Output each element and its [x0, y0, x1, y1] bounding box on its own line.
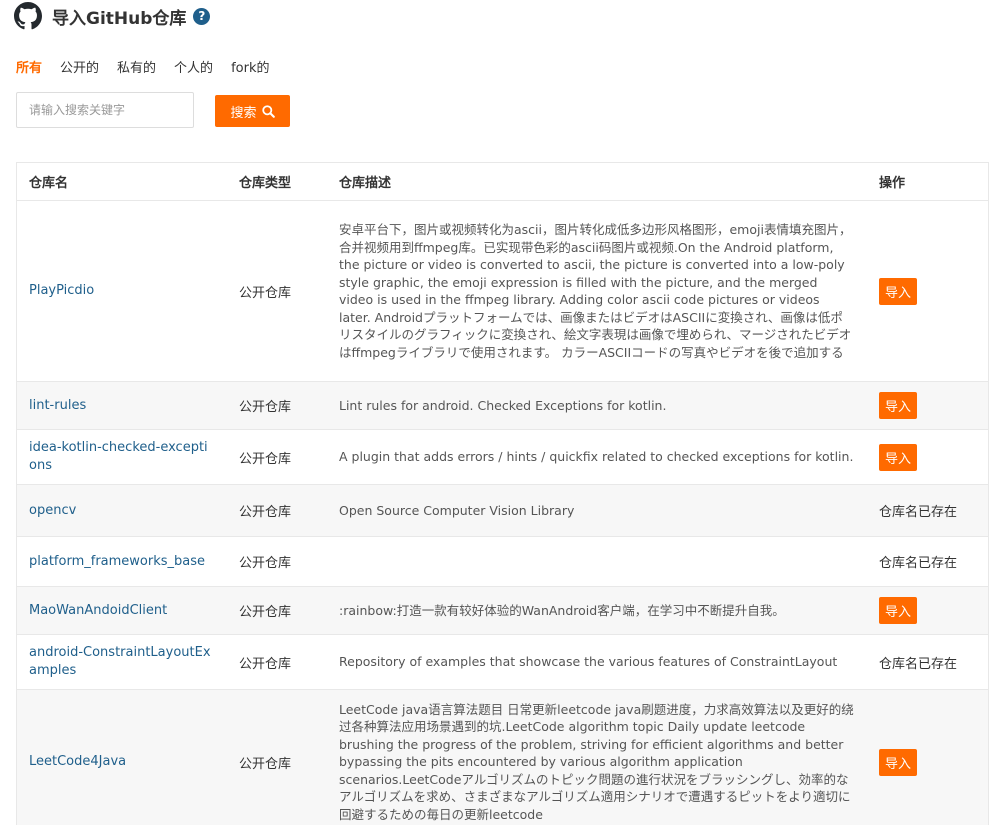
repo-type-cell: 公开仓库 — [227, 200, 327, 382]
repo-desc-cell: 安卓平台下，图片或视频转化为ascii，图片转化成低多边形风格图形，emoji表… — [327, 200, 867, 382]
repo-type-cell: 公开仓库 — [227, 381, 327, 430]
repo-name-cell: opencv — [17, 484, 227, 537]
repo-type-cell: 公开仓库 — [227, 484, 327, 537]
filter-tab[interactable]: fork的 — [231, 57, 269, 76]
repo-name-cell: idea-kotlin-checked-exceptions — [17, 429, 227, 485]
repo-desc-cell: Open Source Computer Vision Library — [327, 484, 867, 537]
filter-tab[interactable]: 所有 — [16, 57, 42, 76]
search-icon — [261, 104, 275, 118]
table-header-row: 仓库名 仓库类型 仓库描述 操作 — [17, 163, 988, 201]
import-button[interactable]: 导入 — [879, 748, 917, 776]
repo-name-link[interactable]: PlayPicdio — [29, 283, 94, 298]
column-header-action: 操作 — [867, 163, 988, 201]
repo-description: Lint rules for android. Checked Exceptio… — [339, 397, 667, 413]
import-button[interactable]: 导入 — [879, 443, 917, 471]
repo-table: 仓库名 仓库类型 仓库描述 操作 PlayPicdio 公开仓库 安卓平台下，图片或… — [17, 163, 988, 825]
repo-type-cell: 公开仓库 — [227, 586, 327, 635]
search-button[interactable]: 搜索 — [215, 95, 290, 127]
repo-action-cell: 导入 — [867, 381, 988, 430]
repo-desc-cell: LeetCode java语言算法题目 日常更新leetcode java刷题进… — [327, 689, 867, 825]
table-row: LeetCode4Java 公开仓库 LeetCode java语言算法题目 日常更… — [17, 689, 988, 825]
filter-tab[interactable]: 私有的 — [117, 57, 156, 76]
search-input[interactable] — [16, 92, 194, 128]
repo-description: :rainbow:打造一款有较好体验的WanAndroid客户端，在学习中不断提… — [339, 602, 785, 618]
repo-action-cell: 导入 — [867, 200, 988, 382]
repo-name-cell: PlayPicdio — [17, 200, 227, 382]
repo-name-link[interactable]: opencv — [29, 503, 76, 518]
repo-name-cell: LeetCode4Java — [17, 689, 227, 825]
repo-name-link[interactable]: MaoWanAndoidClient — [29, 603, 167, 618]
page-title: 导入GitHub仓库 — [52, 8, 187, 29]
repo-action-cell: 仓库名已存在 — [867, 484, 988, 537]
repo-action-cell: 导入 — [867, 586, 988, 635]
filter-tab[interactable]: 公开的 — [60, 57, 99, 76]
table-row: PlayPicdio 公开仓库 安卓平台下，图片或视频转化为ascii，图片转化成低… — [17, 200, 988, 382]
repo-description: A plugin that adds errors / hints / quic… — [339, 449, 854, 465]
column-header-type: 仓库类型 — [227, 163, 327, 201]
table-row: platform_frameworks_base 公开仓库 仓库名已存在 — [17, 536, 988, 587]
repo-description: LeetCode java语言算法题目 日常更新leetcode java刷题进… — [339, 701, 854, 822]
page-header: 导入GitHub仓库 ? — [14, 2, 211, 30]
repo-name-link[interactable]: platform_frameworks_base — [29, 554, 205, 569]
repo-action-cell: 导入 — [867, 689, 988, 825]
repo-exists-status: 仓库名已存在 — [879, 656, 958, 672]
repo-action-cell: 仓库名已存在 — [867, 536, 988, 587]
repo-action-cell: 仓库名已存在 — [867, 634, 988, 690]
repo-description: Repository of examples that showcase the… — [339, 654, 838, 670]
repo-description: 安卓平台下，图片或视频转化为ascii，图片转化成低多边形风格图形，emoji表… — [339, 222, 852, 360]
table-row: MaoWanAndoidClient 公开仓库 :rainbow:打造一款有较好体验… — [17, 586, 988, 635]
table-row: opencv 公开仓库 Open Source Computer Vision Li… — [17, 484, 988, 537]
repo-name-link[interactable]: android-ConstraintLayoutExamples — [29, 645, 211, 678]
repo-description: Open Source Computer Vision Library — [339, 502, 575, 518]
repo-name-cell: lint-rules — [17, 381, 227, 430]
repo-exists-status: 仓库名已存在 — [879, 505, 958, 520]
repo-name-link[interactable]: LeetCode4Java — [29, 754, 126, 769]
repo-desc-cell: Lint rules for android. Checked Exceptio… — [327, 381, 867, 430]
question-circle-icon[interactable]: ? — [193, 7, 211, 25]
repo-type-cell: 公开仓库 — [227, 689, 327, 825]
import-github-page: 导入GitHub仓库 ? 所有公开的私有的个人的 fork的 搜索 仓库名 仓库类… — [0, 0, 1005, 825]
repo-type-cell: 公开仓库 — [227, 536, 327, 587]
filter-tab[interactable]: 个人的 — [174, 57, 213, 76]
repo-name-link[interactable]: lint-rules — [29, 398, 86, 413]
filter-tabs: 所有 公开的 私有的 个人的 fork的 — [16, 57, 287, 76]
column-header-desc: 仓库描述 — [327, 163, 867, 201]
repo-desc-cell: A plugin that adds errors / hints / quic… — [327, 429, 867, 485]
repo-desc-cell — [327, 536, 867, 587]
repo-name-cell: android-ConstraintLayoutExamples — [17, 634, 227, 690]
import-button[interactable]: 导入 — [879, 392, 917, 419]
repo-type-cell: 公开仓库 — [227, 429, 327, 485]
table-row: lint-rules 公开仓库 Lint rules for android. Ch… — [17, 381, 988, 430]
table-row: android-ConstraintLayoutExamples 公开仓库 Repo… — [17, 634, 988, 690]
table-row: idea-kotlin-checked-exceptions 公开仓库 A plug… — [17, 429, 988, 485]
repo-name-link[interactable]: idea-kotlin-checked-exceptions — [29, 440, 208, 473]
repo-action-cell: 导入 — [867, 429, 988, 485]
search-button-label: 搜索 — [230, 105, 257, 121]
repo-desc-cell: :rainbow:打造一款有较好体验的WanAndroid客户端，在学习中不断提… — [327, 586, 867, 635]
github-icon — [14, 2, 42, 30]
repo-desc-cell: Repository of examples that showcase the… — [327, 634, 867, 690]
import-button[interactable]: 导入 — [879, 277, 917, 305]
repo-exists-status: 仓库名已存在 — [879, 556, 958, 571]
repo-name-cell: MaoWanAndoidClient — [17, 586, 227, 635]
repo-type-cell: 公开仓库 — [227, 634, 327, 690]
repo-table-container: 仓库名 仓库类型 仓库描述 操作 PlayPicdio 公开仓库 安卓平台下，图片或… — [16, 162, 989, 825]
column-header-name: 仓库名 — [17, 163, 227, 201]
import-button[interactable]: 导入 — [879, 597, 917, 624]
repo-name-cell: platform_frameworks_base — [17, 536, 227, 587]
